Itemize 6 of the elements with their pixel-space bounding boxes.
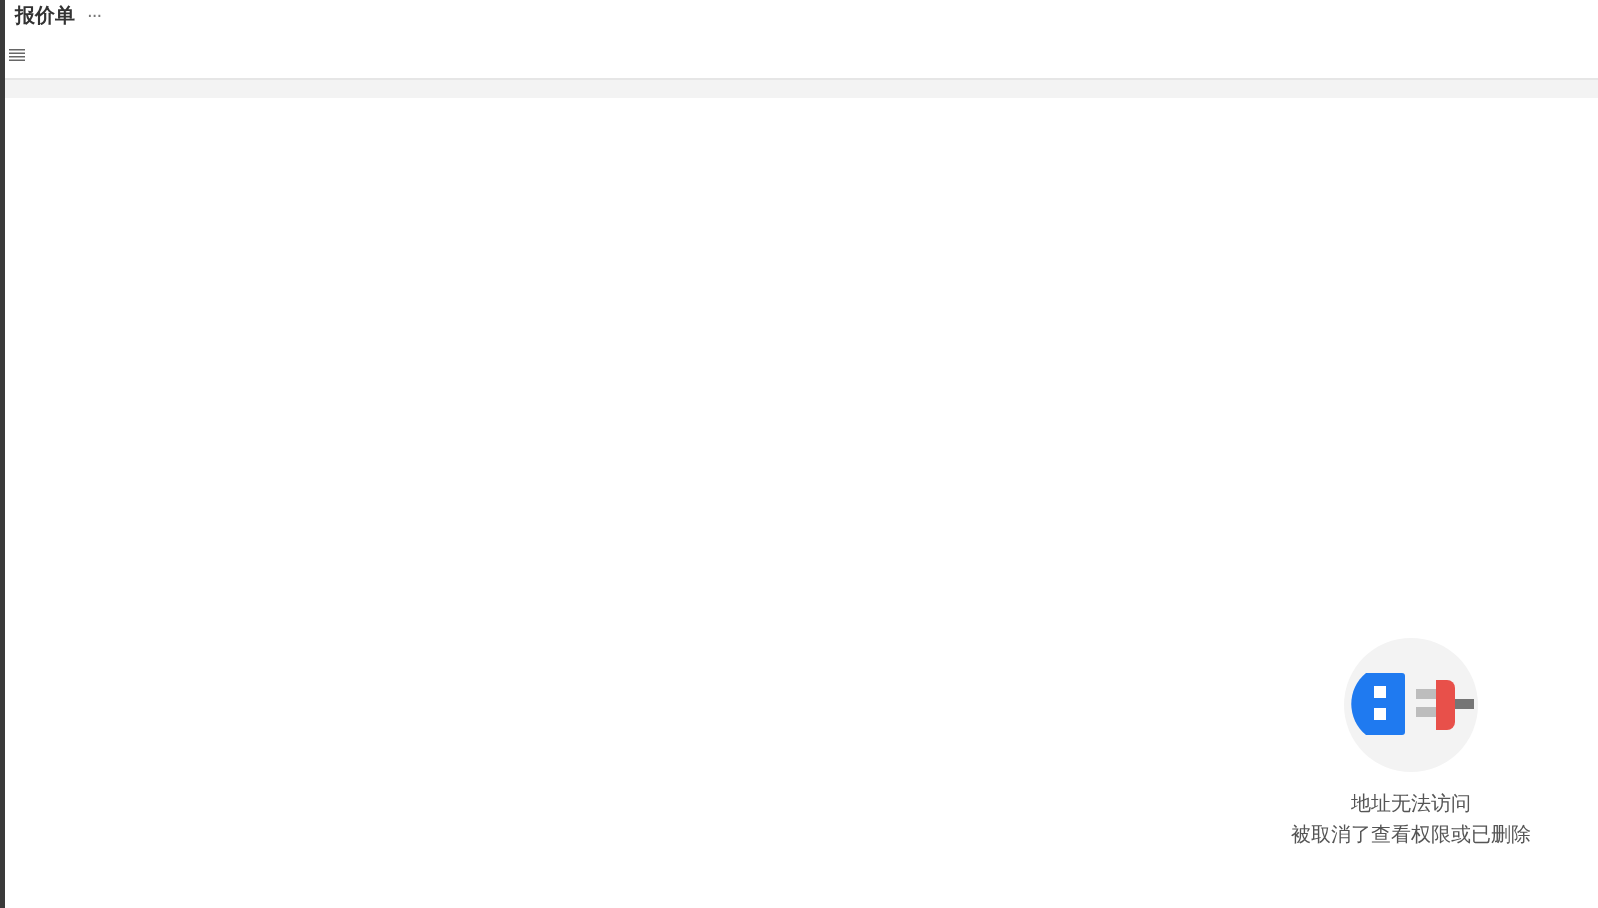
empty-message: 被取消了查看权限或已删除 <box>1291 821 1531 848</box>
more-button[interactable]: ··· <box>87 5 102 26</box>
page-title: 报价单 <box>15 2 75 29</box>
empty-title: 地址无法访问 <box>1351 790 1471 817</box>
unplugged-icon <box>1344 638 1478 772</box>
menu-icon[interactable] <box>9 49 25 61</box>
